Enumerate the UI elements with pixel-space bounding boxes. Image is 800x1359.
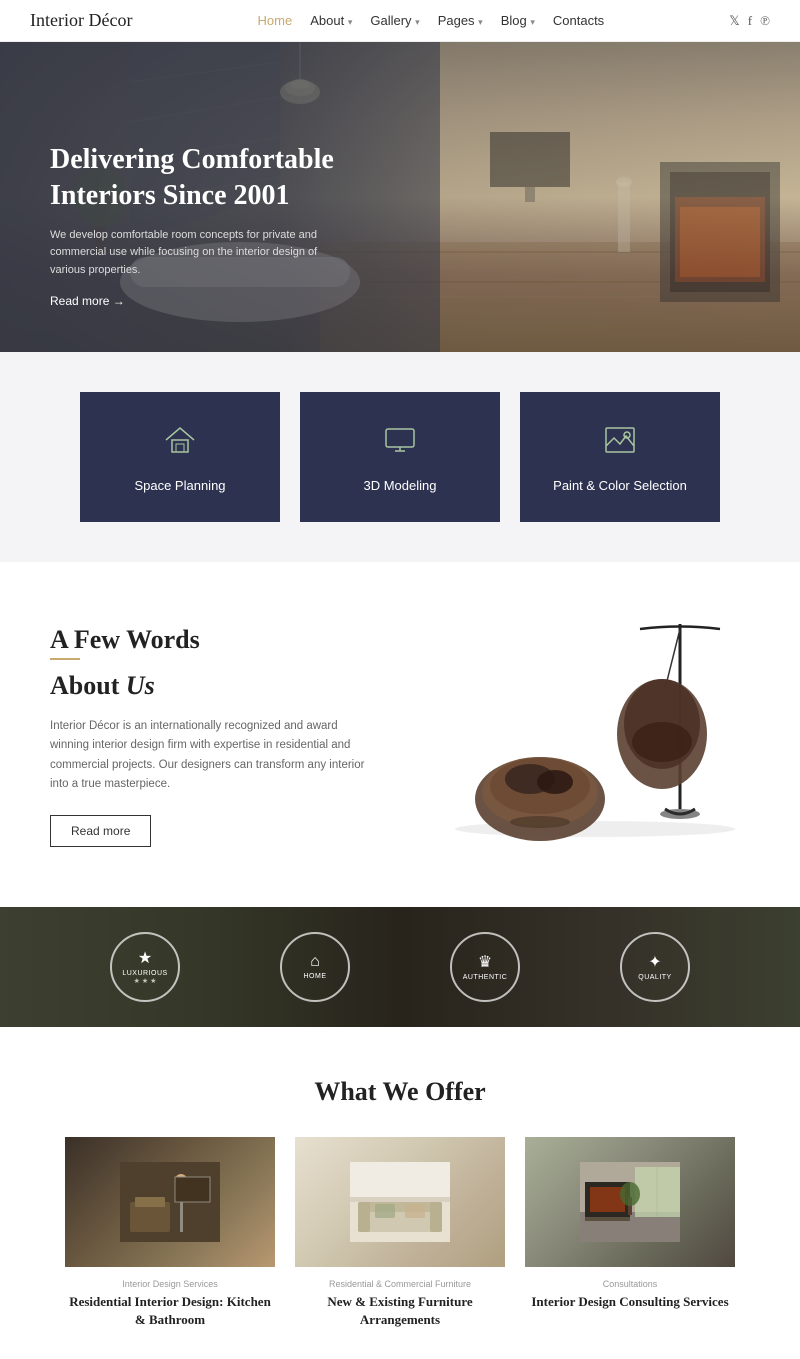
offer-grid: Interior Design Services Residential Int…: [50, 1137, 750, 1329]
bathroom-scene: [120, 1162, 220, 1242]
nav-link-home[interactable]: Home: [258, 13, 293, 28]
nav-item-pages[interactable]: Pages ▾: [438, 12, 483, 30]
about-title-line2: About: [50, 671, 119, 700]
offer-image-consulting: [525, 1137, 735, 1267]
navbar: Interior Décor Home About ▾ Gallery ▾ Pa…: [0, 0, 800, 42]
about-read-more-button[interactable]: Read more: [50, 815, 151, 847]
quality-icon: ✦: [648, 952, 661, 972]
badge-home[interactable]: ⌂ Home: [280, 932, 350, 1002]
offer-section-title: What We Offer: [50, 1077, 750, 1107]
badges-strip: ★ Luxurious ★ ★ ★ ⌂ Home ♛ Authentic ✦ Q…: [0, 907, 800, 1027]
offer-name-bathroom: Residential Interior Design: Kitchen & B…: [65, 1293, 275, 1329]
nav-link-pages[interactable]: Pages ▾: [438, 13, 483, 28]
offer-section: What We Offer: [0, 1027, 800, 1359]
offer-name-furniture: New & Existing Furniture Arrangements: [295, 1293, 505, 1329]
hero-cta[interactable]: Read more: [50, 294, 125, 308]
social-twitter[interactable]: 𝕏: [729, 13, 739, 29]
house-icon: [162, 422, 198, 464]
service-label-paint-color: Paint & Color Selection: [553, 478, 687, 493]
services-section: Space Planning 3D Modeling Paint & Color…: [0, 352, 800, 562]
social-facebook[interactable]: f: [748, 13, 752, 29]
nav-item-home[interactable]: Home: [258, 12, 293, 30]
star-icon: ★: [138, 948, 152, 968]
modern-scene: [580, 1162, 680, 1242]
offer-card-bathroom[interactable]: Interior Design Services Residential Int…: [65, 1137, 275, 1329]
hero-content: Delivering Comfortable Interiors Since 2…: [50, 142, 350, 310]
about-accent-line: [50, 658, 80, 660]
service-label-3d-modeling: 3D Modeling: [364, 478, 437, 493]
offer-card-furniture[interactable]: HOME Residential & Commercial Furniture …: [295, 1137, 505, 1329]
nav-link-gallery[interactable]: Gallery ▾: [370, 13, 419, 28]
badge-authentic[interactable]: ♛ Authentic: [450, 932, 520, 1002]
brand-logo[interactable]: Interior Décor: [30, 10, 132, 31]
offer-card-consulting[interactable]: Consultations Interior Design Consulting…: [525, 1137, 735, 1329]
nav-link-contacts[interactable]: Contacts: [553, 13, 604, 28]
badge-label-authentic: Authentic: [463, 974, 508, 981]
offer-image-furniture: HOME: [295, 1137, 505, 1267]
chairs-illustration: [410, 624, 750, 844]
badge-label-home: Home: [304, 973, 327, 980]
living-image-placeholder: HOME: [295, 1137, 505, 1267]
monitor-icon: [382, 422, 418, 464]
offer-name-consulting: Interior Design Consulting Services: [525, 1293, 735, 1311]
modern-image-placeholder: [525, 1137, 735, 1267]
offer-category-furniture: Residential & Commercial Furniture: [295, 1279, 505, 1289]
offer-image-bathroom: [65, 1137, 275, 1267]
living-scene: HOME: [350, 1162, 450, 1242]
hero-title: Delivering Comfortable Interiors Since 2…: [50, 142, 350, 215]
nav-link-blog[interactable]: Blog ▾: [501, 13, 535, 28]
chevron-down-icon: ▾: [415, 17, 420, 27]
nav-link-about[interactable]: About ▾: [310, 13, 352, 28]
chevron-down-icon: ▾: [530, 17, 535, 27]
nav-links: Home About ▾ Gallery ▾ Pages ▾ Blog ▾ Co…: [258, 12, 605, 30]
nav-item-contacts[interactable]: Contacts: [553, 12, 604, 30]
badge-stars: ★ ★ ★: [134, 977, 157, 985]
chevron-down-icon: ▾: [348, 17, 353, 27]
nav-item-blog[interactable]: Blog ▾: [501, 12, 535, 30]
bathroom-image-placeholder: [65, 1137, 275, 1267]
offer-category-bathroom: Interior Design Services: [65, 1279, 275, 1289]
badge-label-quality: Quality: [638, 974, 671, 981]
chevron-down-icon: ▾: [478, 17, 483, 27]
service-label-space-planning: Space Planning: [134, 478, 225, 493]
badge-quality[interactable]: ✦ Quality: [620, 932, 690, 1002]
badge-label-luxurious: Luxurious: [122, 970, 167, 977]
service-card-space-planning[interactable]: Space Planning: [80, 392, 280, 522]
about-description: Interior Décor is an internationally rec…: [50, 717, 370, 795]
about-title-line1: A Few Words: [50, 625, 200, 654]
nav-item-about[interactable]: About ▾: [310, 12, 352, 30]
nav-item-gallery[interactable]: Gallery ▾: [370, 12, 419, 30]
home-badge-icon: ⌂: [310, 953, 320, 971]
service-card-paint-color[interactable]: Paint & Color Selection: [520, 392, 720, 522]
about-title-italic: Us: [126, 671, 155, 700]
about-section: A Few Words About Us Interior Décor is a…: [0, 562, 800, 907]
about-text: A Few Words About Us Interior Décor is a…: [50, 622, 370, 847]
hero-description: We develop comfortable room concepts for…: [50, 227, 350, 280]
picture-icon: [602, 422, 638, 464]
brand-name: Interior Décor: [30, 10, 132, 30]
social-links: 𝕏 f ℗: [729, 13, 770, 29]
hero-section: Delivering Comfortable Interiors Since 2…: [0, 42, 800, 352]
about-image: [410, 624, 750, 844]
service-card-3d-modeling[interactable]: 3D Modeling: [300, 392, 500, 522]
badge-luxurious[interactable]: ★ Luxurious ★ ★ ★: [110, 932, 180, 1002]
offer-category-consulting: Consultations: [525, 1279, 735, 1289]
social-pinterest[interactable]: ℗: [760, 13, 770, 29]
crown-icon: ♛: [478, 952, 492, 972]
about-title: A Few Words About Us: [50, 622, 370, 705]
